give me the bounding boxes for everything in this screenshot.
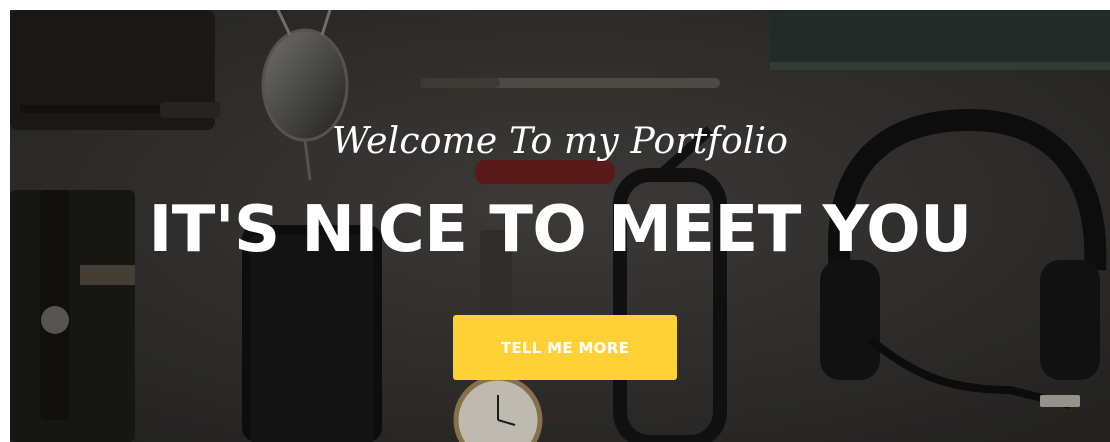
hero-heading: IT'S NICE TO MEET YOU <box>148 193 972 267</box>
tell-me-more-button[interactable]: TELL ME MORE <box>453 315 677 380</box>
hero-subheading: Welcome To my Portfolio <box>331 121 789 162</box>
page-frame: Welcome To my Portfolio IT'S NICE TO MEE… <box>0 0 1110 442</box>
hero-section: Welcome To my Portfolio IT'S NICE TO MEE… <box>10 10 1110 442</box>
tell-me-more-label: TELL ME MORE <box>500 338 630 357</box>
